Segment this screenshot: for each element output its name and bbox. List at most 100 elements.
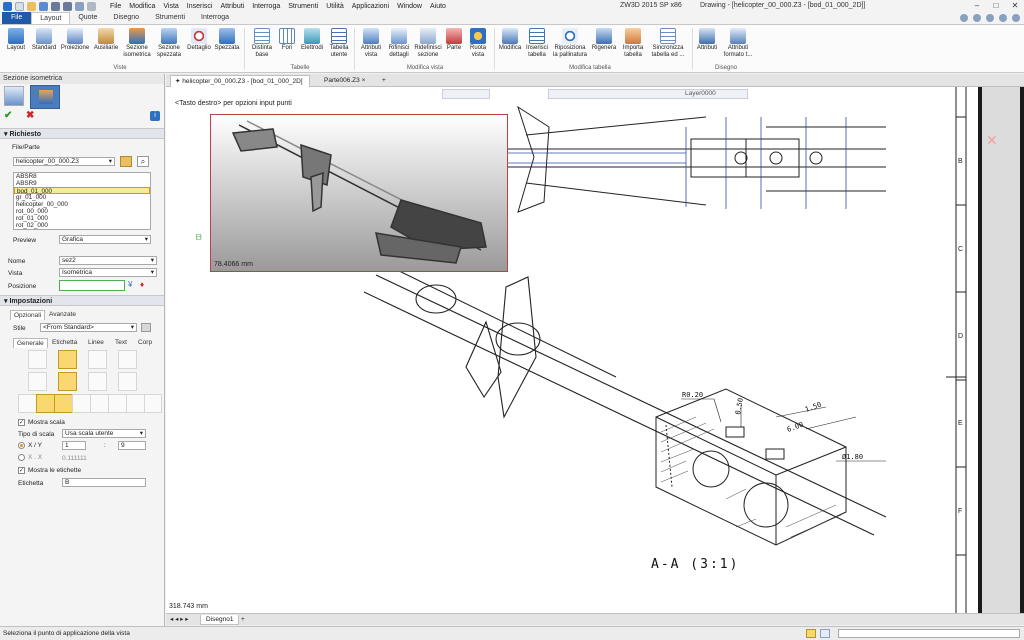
posizione-input[interactable] xyxy=(59,280,125,291)
menu-interroga[interactable]: Interroga xyxy=(252,3,280,10)
tab-opzionali[interactable]: Opzionali xyxy=(10,310,46,320)
sezione-isometrica-button[interactable]: Sezione isometrica xyxy=(122,28,152,59)
impostazioni-section[interactable]: ▾ Impostazioni xyxy=(0,295,164,306)
target-icon[interactable] xyxy=(36,394,55,413)
mostra-etichette-checkbox[interactable]: ✓ xyxy=(18,467,25,474)
subtab-linee[interactable]: Linee xyxy=(85,338,107,347)
open-icon[interactable] xyxy=(27,1,36,11)
wireframe-view-icon[interactable] xyxy=(28,350,47,369)
file-list-item[interactable]: ABSR8 xyxy=(14,173,150,180)
ok-icon[interactable]: ✔ xyxy=(4,111,14,121)
sezione-spezzata-button[interactable]: Sezione spezzata xyxy=(154,28,184,59)
menu-file[interactable]: File xyxy=(110,3,121,10)
tab-file[interactable]: File xyxy=(2,12,32,24)
menu-inserisci[interactable]: Inserisci xyxy=(187,3,213,10)
menu-window[interactable]: Window xyxy=(397,3,422,10)
grid-icon[interactable] xyxy=(820,629,830,638)
etichetta-input[interactable]: B xyxy=(62,478,146,487)
close-doc-icon[interactable] xyxy=(1012,14,1020,22)
tab-disegno[interactable]: Disegno xyxy=(105,12,147,24)
subtab-etichetta[interactable]: Etichetta xyxy=(49,338,80,347)
parte-button[interactable]: Parte xyxy=(444,28,464,52)
save-icon[interactable] xyxy=(39,1,48,11)
save-style-icon[interactable] xyxy=(141,323,151,332)
subtab-generale[interactable]: Generale xyxy=(13,338,48,348)
tab-quote[interactable]: Quote xyxy=(70,12,105,24)
angle-icon[interactable] xyxy=(126,394,145,413)
attributi-formato-button[interactable]: Attributi formato t... xyxy=(720,28,756,59)
ausiliarie-button[interactable]: Ausiliarie xyxy=(92,28,120,52)
menu-aiuto[interactable]: Aiuto xyxy=(430,3,446,10)
settings-icon[interactable] xyxy=(75,1,84,11)
modifica-button[interactable]: Modifica xyxy=(498,28,522,52)
tab-helicopter-drawing[interactable]: ✦ helicopter_00_000.Z3 - [bod_01_000_2D]… xyxy=(170,75,310,96)
xy-radio[interactable] xyxy=(18,442,25,449)
command-input[interactable] xyxy=(838,629,1020,638)
tabella-utente-button[interactable]: Tabella utente xyxy=(328,28,350,59)
tab-interroga[interactable]: Interroga xyxy=(193,12,237,24)
search-icon[interactable]: ⌕ xyxy=(137,156,149,167)
inserisci-tabella-button[interactable]: Inserisci tabella xyxy=(524,28,550,59)
mostra-scala-checkbox[interactable]: ✓ xyxy=(18,419,25,426)
ridefinisci-sezione-button[interactable]: Ridefinisci sezione xyxy=(414,28,442,59)
file-list-item[interactable]: ABSR9 xyxy=(14,180,150,187)
tab-strumenti[interactable]: Strumenti xyxy=(147,12,193,24)
tipo-scala-select[interactable]: Usa scala utente ▾ xyxy=(62,429,146,438)
folder-icon[interactable] xyxy=(120,156,132,167)
subtab-text[interactable]: Text xyxy=(112,338,130,347)
xx-radio[interactable] xyxy=(18,454,25,461)
richiesto-section[interactable]: ▾ Richiesto xyxy=(0,128,164,139)
importa-tabella-button[interactable]: Importa tabella xyxy=(620,28,646,59)
section-view-icon[interactable] xyxy=(58,372,77,391)
attributi-vista-button[interactable]: Attributi vista xyxy=(358,28,384,59)
file-list-item[interactable]: bod_01_000 xyxy=(14,187,150,195)
menu-modifica[interactable]: Modifica xyxy=(129,3,155,10)
redo-icon[interactable] xyxy=(63,1,72,11)
menu-vista[interactable]: Vista xyxy=(163,3,178,10)
expand-icon[interactable]: ¥ xyxy=(128,280,136,290)
add-sheet-button[interactable]: + xyxy=(236,615,250,625)
preview-select[interactable]: Grafica ▾ xyxy=(59,235,151,244)
elettrodi-button[interactable]: Elettrodi xyxy=(298,28,326,52)
menu-attributi[interactable]: Attributi xyxy=(220,3,244,10)
fori-button[interactable]: Fori xyxy=(278,28,296,52)
file-select[interactable]: helicopter_00_000.Z3 ▾ xyxy=(13,157,115,166)
stile-select[interactable]: <From Standard> ▾ xyxy=(40,323,137,332)
rigenera-button[interactable]: Rigenera xyxy=(590,28,618,52)
shaded-view-icon[interactable] xyxy=(58,350,77,369)
isometric-section-tab[interactable] xyxy=(30,85,60,109)
wave-icon[interactable] xyxy=(108,394,127,413)
target-alt-icon[interactable] xyxy=(54,394,73,413)
vista-select[interactable]: Isometrica ▾ xyxy=(59,268,157,277)
help-icon[interactable] xyxy=(973,14,981,22)
scale-denominator-input[interactable]: 9 xyxy=(118,441,146,450)
file-list-item[interactable]: helicopter_00_000 xyxy=(14,201,150,208)
hidden-view-icon[interactable] xyxy=(118,350,137,369)
tab-avanzate[interactable]: Avanzate xyxy=(46,310,79,319)
sincronizza-tabella-button[interactable]: Sincronizza tabella ed ... xyxy=(648,28,688,59)
distinta-base-button[interactable]: Distinta base xyxy=(248,28,276,59)
scale-numerator-input[interactable]: 1 xyxy=(62,441,86,450)
layer-icon[interactable] xyxy=(72,394,91,413)
file-list-item[interactable]: rot_02_000 xyxy=(14,222,150,229)
text-icon[interactable] xyxy=(90,394,109,413)
riposiziona-pallinatura-button[interactable]: Riposiziona la pallinatura xyxy=(552,28,588,59)
cancel-icon[interactable]: ✖ xyxy=(26,111,36,121)
proiezione-button[interactable]: Proiezione xyxy=(60,28,90,52)
feature-history-icon[interactable] xyxy=(4,86,24,106)
minimize-ribbon-icon[interactable] xyxy=(986,14,994,22)
ruota-vista-button[interactable]: Ruota vista xyxy=(466,28,490,59)
info-icon[interactable]: i xyxy=(150,111,160,121)
attributi-button[interactable]: Attributi xyxy=(696,28,718,52)
filter-icon[interactable] xyxy=(806,629,816,638)
tab-layout[interactable]: Layout xyxy=(31,12,71,24)
file-list-item[interactable]: gr_01_000 xyxy=(14,194,150,201)
curve-icon[interactable] xyxy=(88,372,107,391)
dettaglio-button[interactable]: Dettaglio xyxy=(186,28,212,52)
orange-box-icon[interactable] xyxy=(28,372,47,391)
sheet-nav-arrows[interactable]: ◂ ◂ ▸ ▸ xyxy=(170,615,188,623)
minimize-button[interactable]: – xyxy=(968,0,986,12)
spezzata-button[interactable]: Spezzata xyxy=(214,28,240,52)
close-cross-icon[interactable]: ✕ xyxy=(986,133,998,149)
restore-ribbon-icon[interactable] xyxy=(999,14,1007,22)
